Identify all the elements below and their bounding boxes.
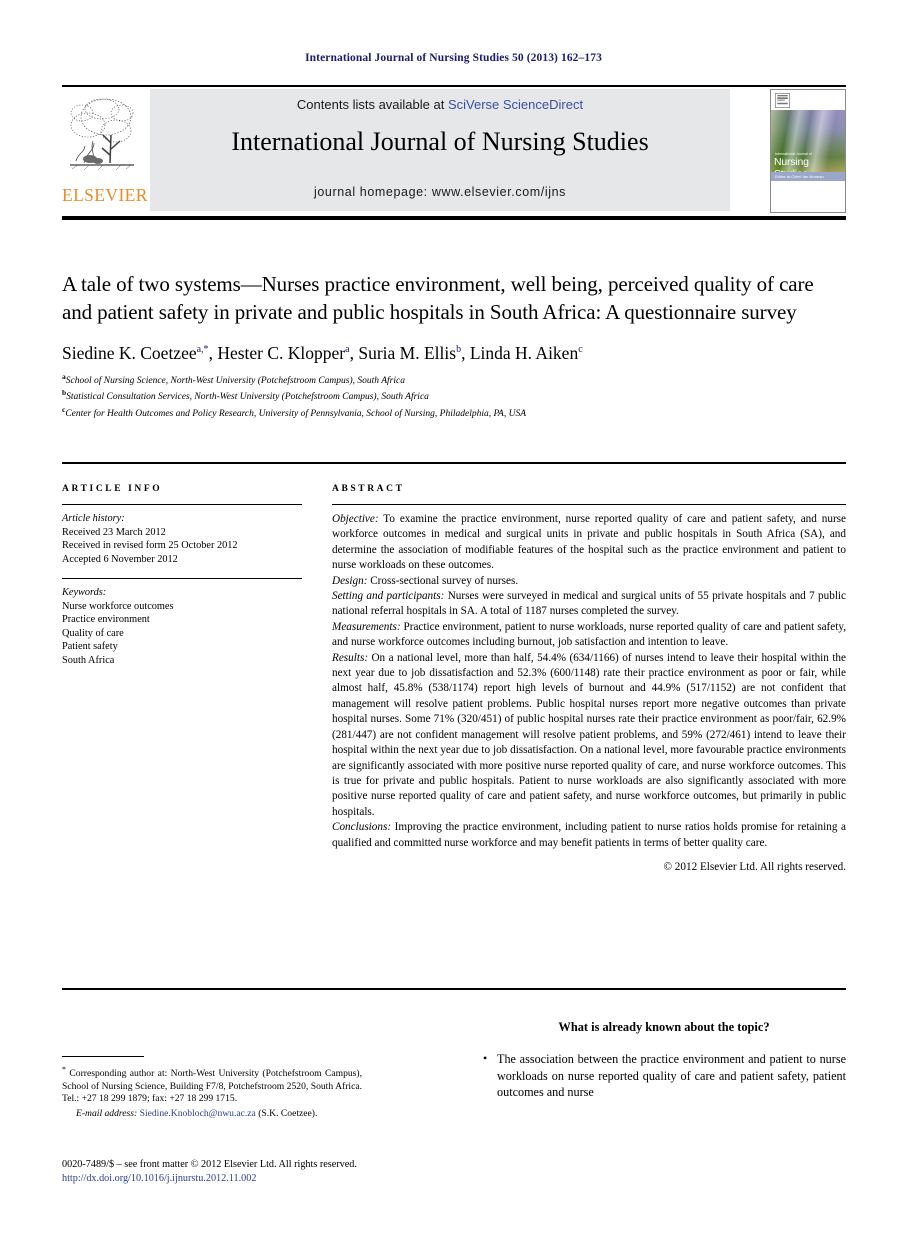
abstract-section-text: Cross-sectional survey of nurses. <box>367 574 519 587</box>
sciencedirect-band: Contents lists available at SciVerse Sci… <box>150 89 730 211</box>
what-is-known-heading: What is already known about the topic? <box>558 1020 770 1034</box>
keyword-items: Nurse workforce outcomes Practice environ… <box>62 600 302 668</box>
affiliation-item: bStatistical Consultation Services, Nort… <box>62 388 429 403</box>
running-head: International Journal of Nursing Studies… <box>305 52 602 64</box>
article-info-divider <box>62 504 302 505</box>
abstract-heading: ABSTRACT <box>332 484 405 494</box>
journal-homepage-link[interactable]: journal homepage: www.elsevier.com/ijns <box>150 185 730 199</box>
abstract-section-text: Improving the practice environment, incl… <box>332 821 846 849</box>
abstract-section: Design: Cross-sectional survey of nurses… <box>332 574 846 589</box>
abstract-section-label: Objective: <box>332 513 379 525</box>
journal-cover-thumbnail[interactable]: International Journal of Nursing Studies… <box>770 89 846 213</box>
abstract-divider <box>332 504 846 505</box>
abstract-section-label: Measurements: <box>332 620 401 633</box>
article-history-item: Accepted 6 November 2012 <box>62 553 178 565</box>
contents-available-line: Contents lists available at SciVerse Sci… <box>150 97 730 112</box>
what-is-known-box: What is already known about the topic? T… <box>482 1020 846 1101</box>
issn-line: 0020-7489/$ – see front matter © 2012 El… <box>62 1159 357 1170</box>
abstract-section-text: Practice environment, patient to nurse w… <box>332 620 846 649</box>
journal-masthead: ELSEVIER Contents lists available at Sci… <box>62 85 846 220</box>
elsevier-logo: ELSEVIER <box>62 89 148 211</box>
masthead-top-rule <box>62 85 846 87</box>
abstract-section-text: To examine the practice environment, nur… <box>332 513 846 572</box>
title-block: A tale of two systems—Nurses practice en… <box>62 270 846 421</box>
abstract-section-label: Results: <box>332 651 369 664</box>
abstract-section-text: On a national level, more than half, 54.… <box>332 651 846 818</box>
contents-prefix: Contents lists available at <box>296 97 448 112</box>
keyword-item: South Africa <box>62 654 115 666</box>
affiliation-item: aSchool of Nursing Science, North-West U… <box>62 371 405 386</box>
article-history-label: Article history: <box>62 513 125 524</box>
copyright-line: © 2012 Elsevier Ltd. All rights reserved… <box>663 860 847 873</box>
abstract-section: Objective: To examine the practice envir… <box>332 512 846 574</box>
footnote-column: * Corresponding author at: North-West Un… <box>62 1056 362 1121</box>
abstract-column: ABSTRACT Objective: To examine the pract… <box>332 484 846 873</box>
asterisk-icon: * <box>62 1065 66 1074</box>
abstract-section: Results: On a national level, more than … <box>332 651 846 820</box>
what-is-known-list: The association between the practice env… <box>482 1050 846 1101</box>
keywords-label: Keywords: <box>62 587 107 598</box>
page-title: A tale of two systems—Nurses practice en… <box>62 272 814 324</box>
info-section-top-rule <box>62 462 846 464</box>
keyword-item: Quality of care <box>62 627 124 639</box>
journal-article-page: International Journal of Nursing Studies… <box>0 0 907 1238</box>
abstract-section-bottom-rule <box>62 988 846 990</box>
masthead-bottom-rule <box>62 216 846 220</box>
email-owner: (S.K. Coetzee). <box>258 1108 318 1120</box>
article-history-item: Received in revised form 25 October 2012 <box>62 540 238 551</box>
keywords-divider <box>62 578 302 579</box>
abstract-section: Conclusions: Improving the practice envi… <box>332 820 846 851</box>
email-label: E-mail address: <box>76 1108 138 1120</box>
article-history-items: Received 23 March 2012 Received in revise… <box>62 526 302 567</box>
article-info-column: ARTICLE INFO Article history: Received 2… <box>62 484 302 667</box>
article-info-heading: ARTICLE INFO <box>62 484 163 494</box>
affiliation-item: cCenter for Health Outcomes and Policy R… <box>62 405 527 420</box>
article-history-group: Article history: Received 23 March 2012 R… <box>62 512 302 566</box>
abstract-section-label: Conclusions: <box>332 821 392 834</box>
abstract-body: Objective: To examine the practice envir… <box>332 512 846 851</box>
keyword-item: Nurse workforce outcomes <box>62 600 174 612</box>
journal-title: International Journal of Nursing Studies <box>231 127 649 156</box>
corresponding-author-note: * Corresponding author at: North-West Un… <box>62 1064 362 1105</box>
abstract-section: Setting and participants: Nurses were su… <box>332 589 846 620</box>
list-item: The association between the practice env… <box>482 1050 846 1101</box>
email-link[interactable]: Siedine.Knobloch@nwu.ac.za <box>140 1108 256 1119</box>
author-list: Siedine K. Coetzeea,*, Hester C. Klopper… <box>62 342 583 363</box>
affiliation-list: aSchool of Nursing Science, North-West U… <box>62 371 846 421</box>
keyword-item: Practice environment <box>62 614 150 625</box>
corresponding-author-text: Corresponding author at: North-West Univ… <box>62 1068 362 1104</box>
abstract-section-label: Setting and participants: <box>332 590 445 603</box>
abstract-section-label: Design: <box>332 574 368 587</box>
email-note: E-mail address: Siedine.Knobloch@nwu.ac.… <box>62 1108 362 1120</box>
keyword-item: Patient safety <box>62 641 118 652</box>
elsevier-tree-icon <box>64 91 138 181</box>
cover-strip-text: Editor-in-Chief: Ian Norman <box>775 173 824 179</box>
issn-block: 0020-7489/$ – see front matter © 2012 El… <box>62 1158 482 1185</box>
doi-link[interactable]: http://dx.doi.org/10.1016/j.ijnurstu.201… <box>62 1172 482 1186</box>
cover-elsevier-icon <box>775 93 790 108</box>
abstract-section: Measurements: Practice environment, pati… <box>332 620 846 651</box>
elsevier-wordmark: ELSEVIER <box>62 185 148 205</box>
footnote-rule <box>62 1056 144 1057</box>
cover-strip: Editor-in-Chief: Ian Norman <box>771 172 845 181</box>
sciencedirect-link[interactable]: SciVerse ScienceDirect <box>448 97 583 112</box>
keywords-group: Keywords: Nurse workforce outcomes Practi… <box>62 586 302 667</box>
article-history-item: Received 23 March 2012 <box>62 526 166 538</box>
